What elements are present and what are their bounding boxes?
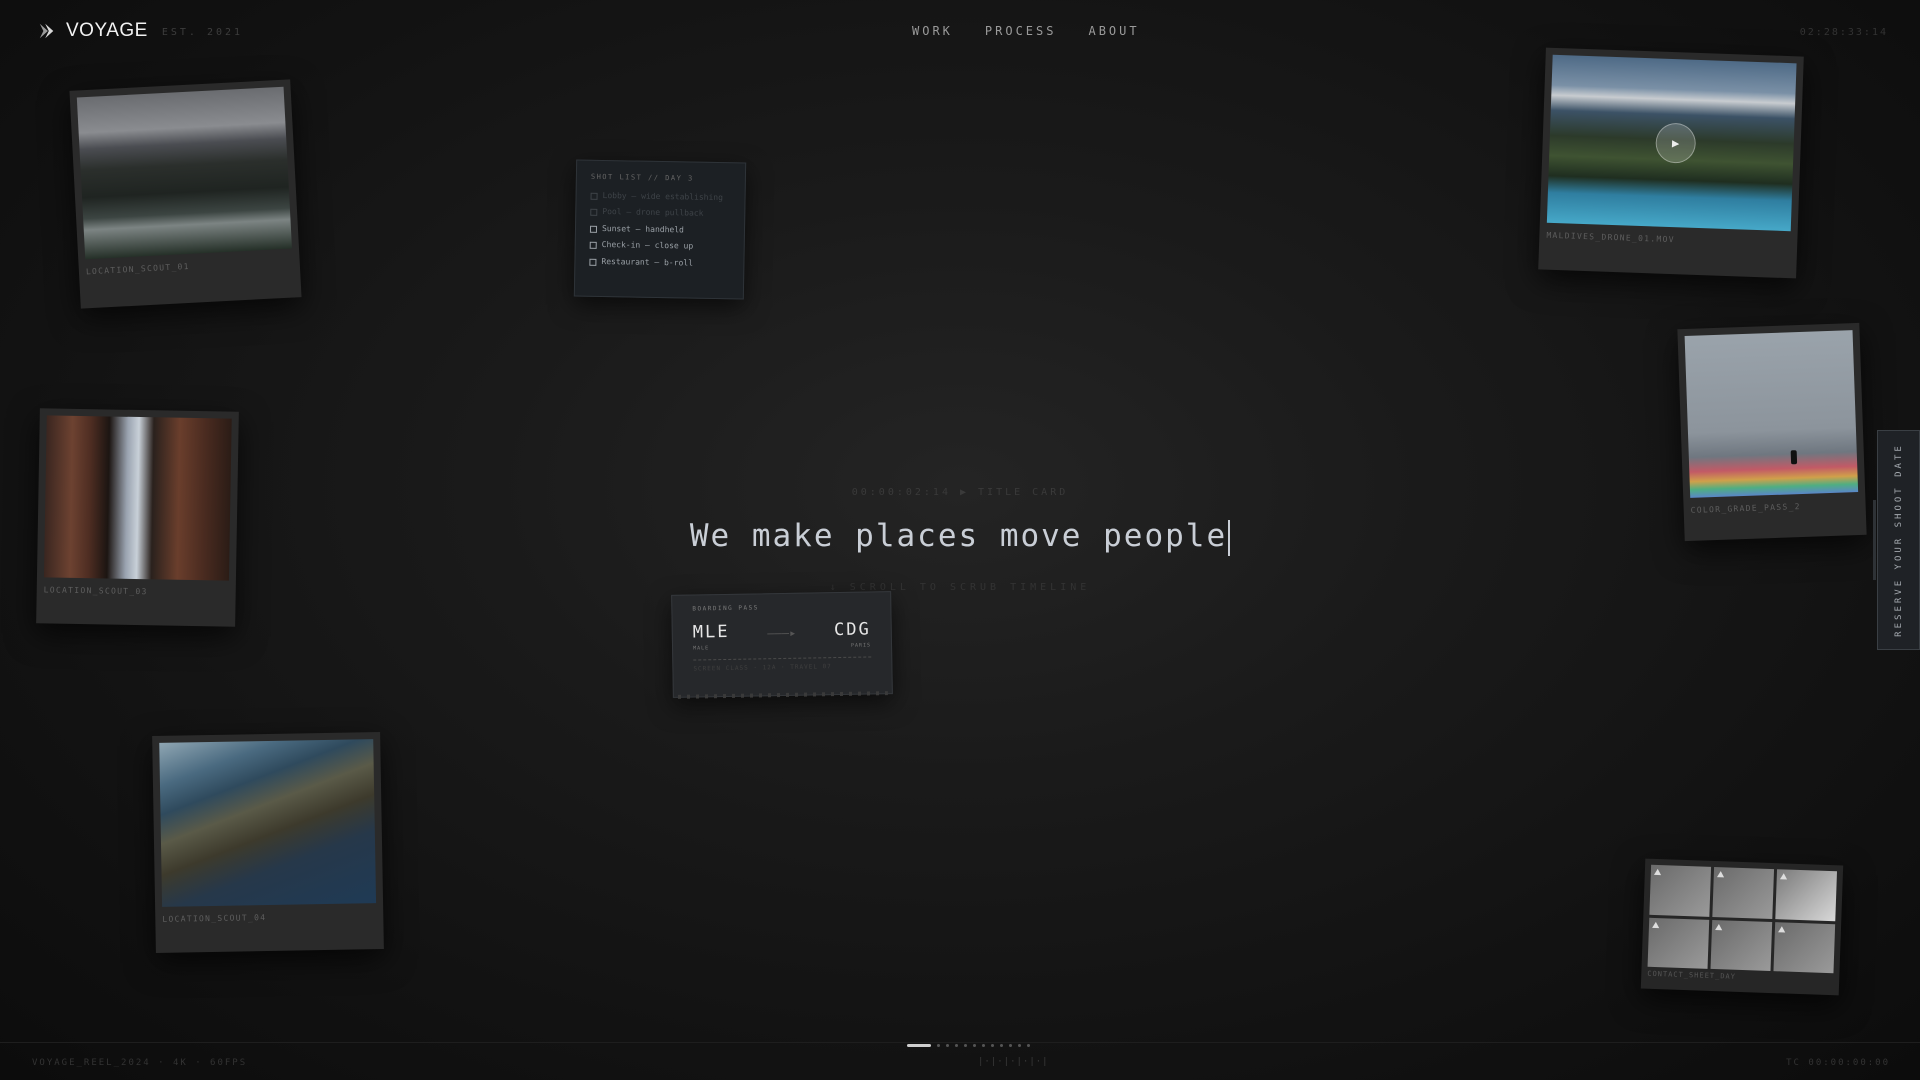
logo[interactable]: VOYAGE EST. 2021 bbox=[38, 20, 243, 42]
timeline-dot[interactable] bbox=[937, 1044, 940, 1047]
image-placeholder-icon: ⛰ bbox=[1653, 867, 1662, 879]
title-card-timecode: 00:00:02:14 ▶ TITLE CARD bbox=[851, 487, 1069, 498]
divider bbox=[693, 656, 872, 661]
timeline-dot[interactable] bbox=[964, 1044, 967, 1047]
timeline-dot[interactable] bbox=[1009, 1044, 1012, 1047]
destination: CDG PARIS bbox=[834, 619, 871, 649]
timeline-dot[interactable] bbox=[991, 1044, 994, 1047]
alley-photo bbox=[43, 415, 232, 581]
polaroid-location-scout-04[interactable]: LOCATION_SCOUT_04 bbox=[152, 732, 384, 953]
contact-sheet[interactable]: ⛰ ⛰ ⛰ ⛰ ⛰ ⛰ CONTACT_SHEET_DAY bbox=[1640, 858, 1844, 996]
timeline-dot[interactable] bbox=[946, 1044, 949, 1047]
reserve-label: RESERVE YOUR SHOOT DATE bbox=[1893, 443, 1904, 637]
shot-label: Restaurant — b-roll bbox=[601, 256, 694, 268]
scroll-hint: ↓ SCROLL TO SCRUB TIMELINE bbox=[829, 582, 1091, 593]
nav-work[interactable]: WORK bbox=[912, 24, 953, 38]
person-silhouette bbox=[1790, 450, 1798, 465]
boarding-pass-card[interactable]: BOARDING PASS MLE MALE ———▸ CDG PARIS SC… bbox=[671, 591, 893, 699]
text-cursor bbox=[1228, 519, 1231, 556]
play-icon[interactable]: ▶ bbox=[1655, 122, 1697, 164]
shot-list-item[interactable]: Lobby — wide establishing bbox=[590, 191, 730, 204]
photo-caption: MALDIVES_DRONE_01.MOV bbox=[1546, 230, 1675, 245]
shot-list-title: SHOT LIST // DAY 3 bbox=[590, 172, 694, 183]
boarding-pass-title: BOARDING PASS bbox=[692, 604, 759, 613]
timeline-dots bbox=[907, 1044, 1030, 1047]
reserve-shoot-date-button[interactable]: RESERVE YOUR SHOOT DATE bbox=[1877, 430, 1920, 650]
image-placeholder-icon: ⛰ bbox=[1714, 922, 1723, 933]
brand-est: EST. 2021 bbox=[161, 27, 244, 38]
polaroid-color-grade[interactable]: COLOR_GRADE_PASS_2 bbox=[1677, 322, 1867, 542]
polaroid-location-scout-01[interactable]: LOCATION_SCOUT_01 bbox=[69, 79, 302, 309]
photo-caption: LOCATION_SCOUT_04 bbox=[162, 913, 267, 924]
timeline-dot[interactable] bbox=[1000, 1044, 1003, 1047]
contact-thumb: ⛰ bbox=[1710, 919, 1773, 972]
timeline-dot[interactable] bbox=[1018, 1044, 1021, 1047]
headline-text: We make places move people bbox=[689, 518, 1228, 554]
contact-grid: ⛰ ⛰ ⛰ ⛰ ⛰ ⛰ bbox=[1647, 864, 1838, 974]
photo-caption: LOCATION_SCOUT_01 bbox=[85, 261, 191, 277]
reel-info: VOYAGE_REEL_2024 · 4K · 60FPS bbox=[32, 1058, 248, 1068]
timeline-dot[interactable] bbox=[973, 1044, 976, 1047]
footer-bar: VOYAGE_REEL_2024 · 4K · 60FPS TC 00:00:0… bbox=[0, 1042, 1920, 1080]
image-placeholder-icon: ⛰ bbox=[1716, 870, 1725, 881]
coastline-photo bbox=[159, 739, 377, 907]
image-placeholder-icon: ⛰ bbox=[1777, 924, 1786, 936]
shot-label: Check-in — close up bbox=[601, 240, 694, 251]
main-nav: WORK PROCESS ABOUT bbox=[912, 24, 1140, 38]
contact-thumb: ⛰ bbox=[1647, 917, 1710, 969]
destination-code: CDG bbox=[833, 619, 871, 641]
clock: 02:28:33:14 bbox=[1799, 27, 1888, 38]
checkbox-icon bbox=[590, 209, 598, 217]
photo-caption: COLOR_GRADE_PASS_2 bbox=[1690, 502, 1801, 515]
polaroid-maldives-drone[interactable]: ▶ MALDIVES_DRONE_01.MOV bbox=[1538, 47, 1804, 279]
contact-thumb: ⛰ bbox=[1773, 921, 1836, 974]
maldives-video-thumbnail: ▶ bbox=[1546, 54, 1797, 232]
shot-list-item[interactable]: Pool — drone pullback bbox=[590, 207, 730, 220]
shot-list-item[interactable]: Restaurant — b-roll bbox=[589, 256, 729, 269]
logo-icon bbox=[39, 23, 54, 39]
arrow-right-icon: ———▸ bbox=[767, 625, 797, 641]
boarding-pass-footer: SCREEN CLASS · 12A · TRAVEL 07 bbox=[693, 663, 832, 673]
beach-photo bbox=[1684, 330, 1859, 498]
destination-city: PARIS bbox=[850, 642, 872, 649]
origin-code: MLE bbox=[692, 621, 730, 643]
contact-thumb: ⛰ bbox=[1649, 864, 1712, 917]
timeline-dot[interactable] bbox=[982, 1044, 985, 1047]
mountain-lake-photo bbox=[76, 86, 292, 260]
shot-list-card[interactable]: SHOT LIST // DAY 3 Lobby — wide establis… bbox=[573, 159, 747, 300]
checkbox-icon bbox=[589, 258, 597, 266]
contact-thumb: ⛰ bbox=[1775, 869, 1838, 921]
shot-label: Sunset — handheld bbox=[601, 223, 684, 235]
contact-thumb: ⛰ bbox=[1712, 866, 1775, 919]
shot-label: Pool — drone pullback bbox=[602, 207, 704, 219]
shot-list-item[interactable]: Sunset — handheld bbox=[589, 223, 730, 237]
nav-process[interactable]: PROCESS bbox=[985, 24, 1057, 38]
route: MLE MALE ———▸ CDG PARIS bbox=[693, 619, 871, 651]
origin: MLE MALE bbox=[693, 622, 730, 652]
timeline-dot[interactable] bbox=[1027, 1044, 1030, 1047]
image-placeholder-icon: ⛰ bbox=[1779, 872, 1788, 883]
timeline-dot[interactable] bbox=[955, 1044, 958, 1047]
reserve-tab-edge bbox=[1873, 500, 1876, 580]
checkbox-icon bbox=[589, 241, 597, 250]
timeline-dot[interactable] bbox=[907, 1044, 931, 1047]
timeline-ruler[interactable]: |·|·|·|·|·| bbox=[978, 1057, 1049, 1067]
nav-about[interactable]: ABOUT bbox=[1088, 24, 1139, 38]
brand-name: VOYAGE bbox=[66, 20, 148, 41]
shot-list-item[interactable]: Check-in — close up bbox=[589, 240, 730, 253]
hero-headline: We make places move people bbox=[0, 518, 1920, 556]
shot-label: Lobby — wide establishing bbox=[602, 190, 724, 203]
image-placeholder-icon: ⛰ bbox=[1651, 920, 1660, 931]
footer-timecode: TC 00:00:00:00 bbox=[1786, 1058, 1890, 1068]
origin-city: MALE bbox=[693, 645, 710, 652]
checkbox-icon bbox=[589, 225, 598, 233]
checkbox-icon bbox=[590, 192, 598, 200]
